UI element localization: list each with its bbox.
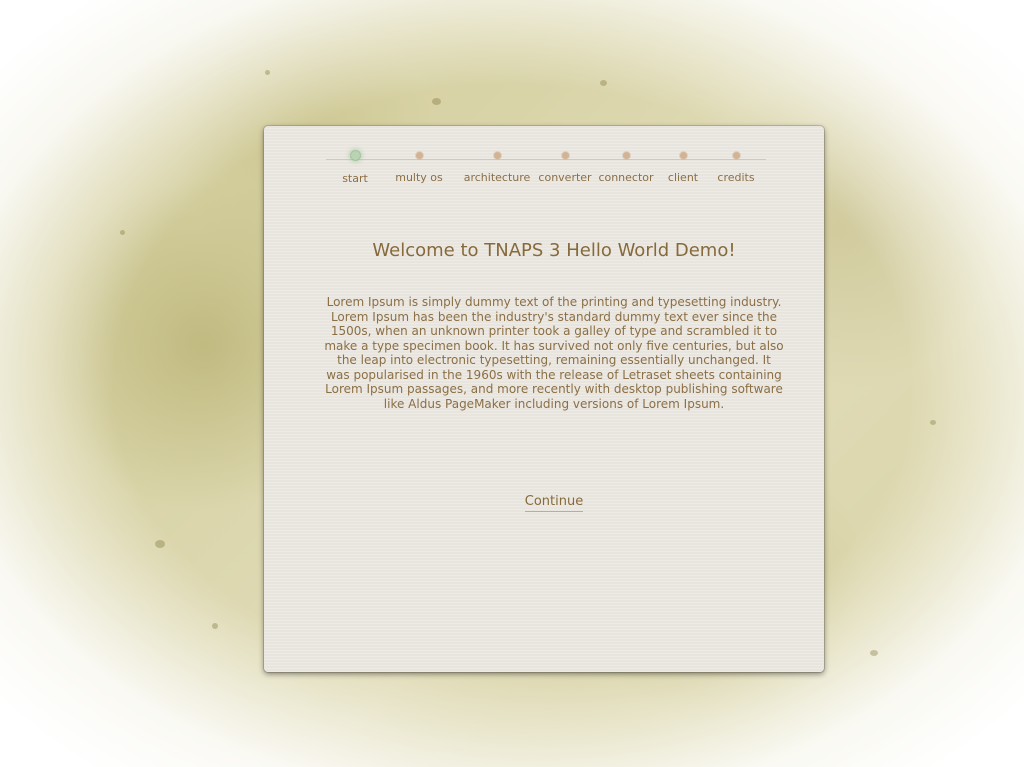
background-speck	[432, 98, 441, 105]
continue-container: Continue	[264, 492, 844, 512]
background-speck	[155, 540, 165, 548]
step-credits-indicator	[732, 152, 740, 159]
step-start-indicator	[350, 151, 360, 160]
background-speck	[600, 80, 607, 86]
step-credits-label: credits	[717, 171, 755, 184]
app-window: start multy os architecture converter co…	[0, 0, 1024, 767]
step-credits[interactable]: credits	[691, 152, 781, 184]
continue-link[interactable]: Continue	[524, 494, 584, 512]
background-speck	[930, 420, 936, 425]
step-multy-os[interactable]: multy os	[374, 152, 464, 184]
step-multy-os-label: multy os	[395, 171, 443, 184]
step-multy-os-indicator	[415, 152, 423, 159]
page-title: Welcome to TNAPS 3 Hello World Demo!	[372, 240, 736, 261]
step-client-indicator	[679, 152, 687, 159]
step-converter-indicator	[561, 152, 569, 159]
step-architecture-indicator	[493, 152, 501, 159]
intro-paragraph: Lorem Ipsum is simply dummy text of the …	[324, 295, 784, 411]
welcome-panel: start multy os architecture converter co…	[264, 126, 824, 672]
background-speck	[870, 650, 878, 656]
background-speck	[265, 70, 270, 75]
step-connector-indicator	[622, 152, 630, 159]
wizard-steps: start multy os architecture converter co…	[264, 126, 824, 196]
background-speck	[212, 623, 218, 629]
background-speck	[120, 230, 125, 235]
